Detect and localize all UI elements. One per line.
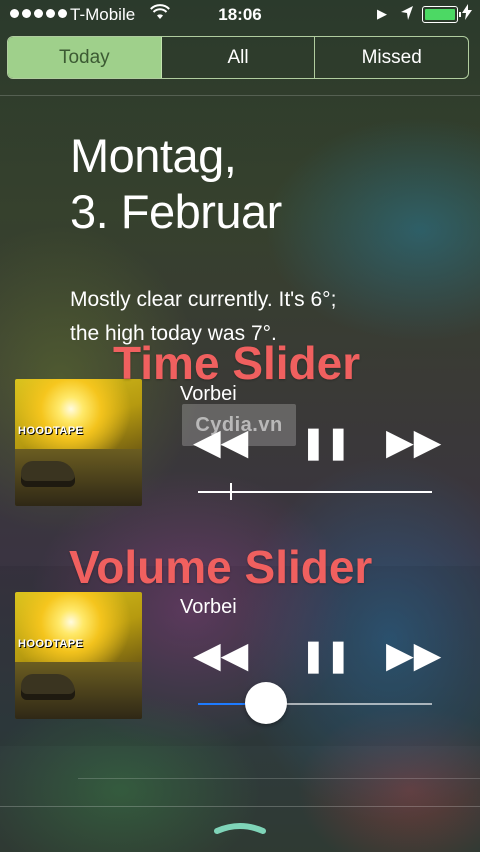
day-name: Montag, — [70, 129, 237, 182]
forward-button[interactable]: ▶▶ — [386, 424, 441, 460]
location-arrow-icon — [400, 5, 414, 24]
volume-slider-handle[interactable] — [244, 682, 287, 724]
tab-today[interactable]: Today — [8, 37, 162, 78]
volume-slider-annotation: Volume Slider — [69, 541, 373, 593]
track-title: Vorbei — [180, 596, 237, 618]
play-icon: ▶ — [377, 6, 387, 21]
time-slider-track[interactable] — [198, 491, 432, 493]
today-date: Montag, 3. Februar — [70, 128, 282, 240]
pause-button[interactable]: ❚❚ — [300, 424, 352, 460]
status-bar: T-Mobile 18:06 ▶ — [0, 0, 480, 30]
album-cover-text: HOODTAPE — [18, 425, 84, 437]
battery-icon — [422, 6, 461, 23]
close-grabber-icon[interactable] — [213, 821, 267, 835]
divider — [0, 806, 480, 807]
divider — [78, 778, 480, 779]
notification-tabs: Today All Missed — [7, 36, 469, 79]
album-cover-text: HOODTAPE — [18, 638, 84, 650]
tab-missed[interactable]: Missed — [315, 37, 468, 78]
pause-button[interactable]: ❚❚ — [300, 637, 352, 673]
divider — [0, 95, 480, 96]
forward-button[interactable]: ▶▶ — [386, 637, 441, 673]
rewind-button[interactable]: ◀◀ — [193, 637, 248, 673]
rewind-button[interactable]: ◀◀ — [193, 424, 248, 460]
time-slider-handle[interactable] — [229, 483, 232, 500]
charging-bolt-icon — [462, 4, 472, 24]
tab-all[interactable]: All — [162, 37, 316, 78]
album-cover: HOODTAPE — [15, 379, 142, 506]
date-text: 3. Februar — [70, 185, 282, 238]
album-cover: HOODTAPE — [15, 592, 142, 719]
weather-line: Mostly clear currently. It's 6°; — [70, 288, 337, 311]
time-slider-annotation: Time Slider — [113, 337, 361, 389]
